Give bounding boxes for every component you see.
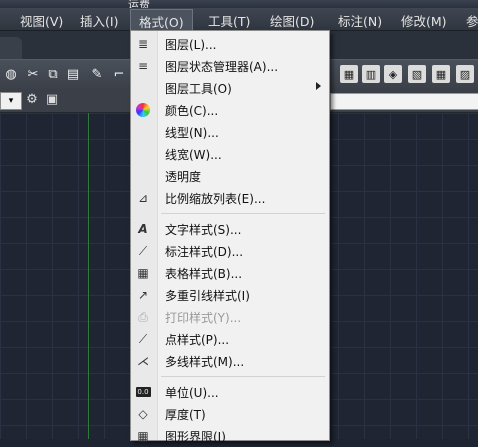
menu-item-layer-state-manager[interactable]: ≡ 图层状态管理器(A)... [131,55,329,77]
markup-icon[interactable]: ▨ [456,65,474,83]
copy-icon[interactable]: ⧉ [44,65,62,83]
design-center-icon[interactable]: ▥ [362,65,380,83]
menu-item-label: 多重引线样式(I) [165,289,250,303]
menu-item-multiline-style[interactable]: ⋌ 多线样式(M)... [131,350,329,372]
menu-item-label: 标注样式(D)... [165,245,244,259]
menu-item-text-style[interactable]: A 文字样式(S)... [131,218,329,240]
menu-separator [161,376,325,377]
format-dropdown-menu: ≣ 图层(L)... ≡ 图层状态管理器(A)... 图层工具(O) 颜色(C)… [130,30,330,444]
menu-insert[interactable]: 插入(I) [80,11,118,30]
menu-item-label: 多线样式(M)... [165,355,245,369]
color-wheel-icon [135,102,151,118]
menu-item-thickness[interactable]: ◇ 厚度(T) [131,403,329,425]
menu-item-label: 颜色(C)... [165,104,219,118]
menu-item-linetype[interactable]: 线型(N)... [131,121,329,143]
menu-item-label: 单位(U)... [165,386,219,400]
menu-item-label: 表格样式(B)... [165,267,243,281]
menu-bar: 视图(V) 插入(I) 格式(O) 工具(T) 绘图(D) 标注(N) 修改(M… [0,8,478,34]
multiline-style-icon: ⋌ [137,354,149,368]
menu-item-dimension-style[interactable]: ⟋ 标注样式(D)... [131,240,329,262]
menu-item-label: 厚度(T) [165,408,206,422]
menu-view[interactable]: 视图(V) [20,11,63,30]
menu-item-point-style[interactable]: ⟋ 点样式(P)... [131,328,329,350]
menu-item-lineweight[interactable]: 线宽(W)... [131,143,329,165]
multileader-style-icon: ↗ [137,288,149,302]
properties-icon[interactable]: ▦ [340,65,358,83]
layer-state-icon: ≡ [137,59,149,73]
menu-item-plot-style: ⎙ 打印样式(Y)... [131,306,329,328]
menu-item-multileader-style[interactable]: ↗ 多重引线样式(I) [131,284,329,306]
menu-modify[interactable]: 修改(M) [401,11,447,30]
drawing-limits-icon: ▦ [137,429,149,443]
tool-palette-icon[interactable]: ◈ [384,65,402,83]
menu-item-color[interactable]: 颜色(C)... [131,99,329,121]
menu-item-units[interactable]: 0.0 单位(U)... [131,381,329,403]
menu-item-label: 线宽(W)... [165,148,222,162]
menu-item-label: 图层(L)... [165,38,217,52]
layer-icon: ≣ [137,37,149,51]
menu-item-label: 图形界限(I) [165,430,226,444]
paste-icon[interactable]: ▤ [64,65,82,83]
menu-item-layer-tools[interactable]: 图层工具(O) [131,77,329,99]
units-icon: 0.0 [135,387,151,397]
text-style-icon: A [138,222,148,236]
sheet-set-icon[interactable]: ▧ [408,65,426,83]
scale-list-icon: ⊿ [137,191,149,205]
menu-item-drawing-limits[interactable]: ▦ 图形界限(I) [131,425,329,447]
thickness-icon: ◇ [138,407,148,421]
cut-icon[interactable]: ✂ [24,65,42,83]
match-properties-icon[interactable]: ✎ [88,65,106,83]
menu-draw[interactable]: 绘图(D) [270,11,314,30]
globe-icon[interactable]: ◍ [2,65,20,83]
calculator-icon[interactable]: ▦ [432,65,450,83]
layer-combo[interactable] [330,93,478,110]
menu-item-label: 线型(N)... [165,126,219,140]
menu-item-label: 点样式(P)... [165,333,230,347]
menu-item-label: 图层工具(O) [165,82,232,96]
menu-item-table-style[interactable]: ▦ 表格样式(B)... [131,262,329,284]
menu-dimension[interactable]: 标注(N) [338,11,382,30]
workspace-combo[interactable]: ▾ [0,92,22,110]
plot-style-icon: ⎙ [138,309,148,324]
menu-item-label: 透明度 [165,170,202,184]
layer-manager-icon[interactable]: ▣ [44,92,60,108]
dimension-style-icon: ⟋ [138,243,148,258]
menu-item-label: 打印样式(Y)... [165,311,242,325]
settings-gear-icon[interactable]: ⚙ [24,92,40,108]
menu-item-layer[interactable]: ≣ 图层(L)... [131,33,329,55]
menu-item-transparency[interactable]: 透明度 [131,165,329,187]
y-axis-line [88,113,89,439]
menu-item-label: 文字样式(S)... [165,223,242,237]
menu-tools[interactable]: 工具(T) [208,11,250,30]
tab-handle[interactable] [0,37,22,59]
title-bar: 运费 [0,0,478,11]
point-style-icon: ⟋ [138,331,148,346]
table-style-icon: ▦ [137,266,149,280]
brush-icon[interactable]: ⌐ [110,65,128,83]
menu-item-label: 图层状态管理器(A)... [165,60,279,74]
menu-item-label: 比例缩放列表(E)... [165,192,266,206]
submenu-arrow-icon [316,82,321,90]
menu-item-scale-list[interactable]: ⊿ 比例缩放列表(E)... [131,187,329,209]
menu-parametric[interactable]: 参 [466,11,478,30]
menu-separator [161,213,325,214]
